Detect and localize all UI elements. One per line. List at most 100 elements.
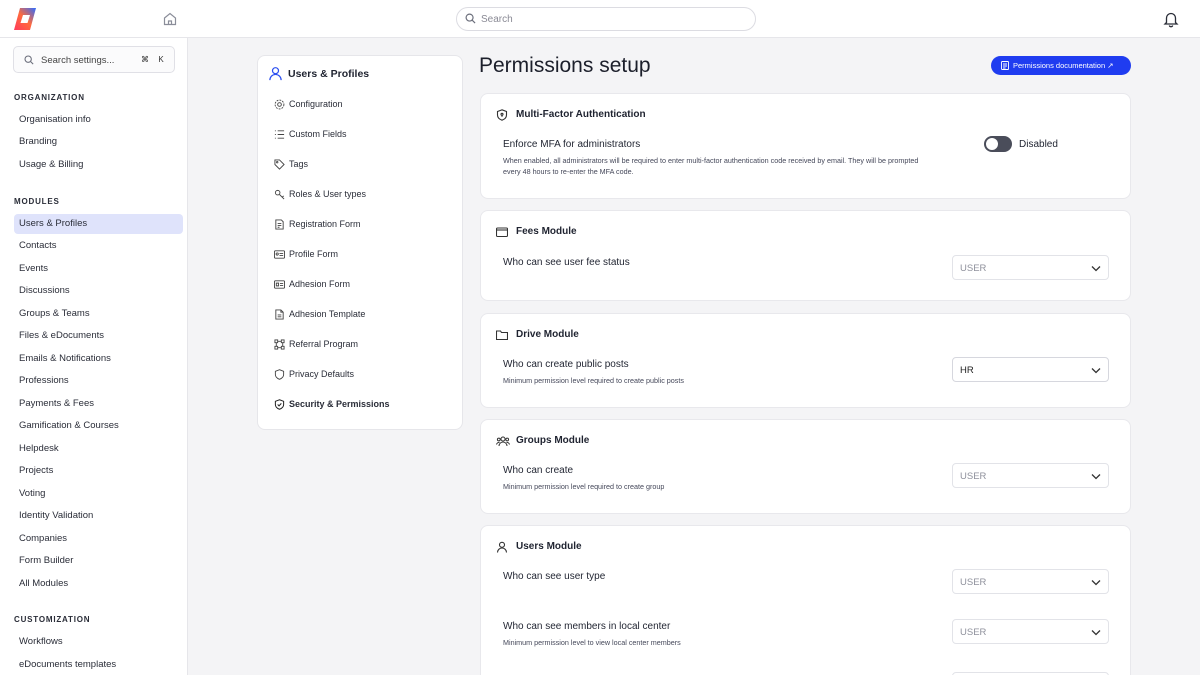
card-icon: [274, 280, 285, 289]
groups-create-select[interactable]: USER: [952, 463, 1109, 488]
users-local-center-select[interactable]: USER: [952, 619, 1109, 644]
settings-sidebar: ⌘ K ORGANIZATION Organisation info Brand…: [0, 38, 188, 675]
section-title-modules: MODULES: [14, 197, 60, 206]
fees-card-title: Fees Module: [516, 226, 577, 237]
submenu-item-custom-fields[interactable]: Custom Fields: [274, 127, 454, 143]
submenu-item-label: Referral Program: [289, 339, 359, 349]
shield-check-icon: [274, 399, 285, 410]
search-icon: [465, 13, 476, 24]
bell-icon[interactable]: [1162, 10, 1180, 28]
sidebar-item-payments-fees[interactable]: Payments & Fees: [14, 394, 183, 414]
users-local-center-row-description: Minimum permission level to view local c…: [503, 638, 681, 647]
user-icon: [269, 67, 282, 81]
users-local-center-row-label: Who can see members in local center: [503, 621, 671, 632]
settings-search-input[interactable]: [41, 53, 131, 67]
submenu-item-label: Privacy Defaults: [289, 369, 355, 379]
sidebar-item-companies[interactable]: Companies: [14, 529, 183, 549]
fees-module-card: Fees Module Who can see user fee status …: [480, 210, 1131, 301]
select-value: HR: [960, 365, 974, 376]
submenu-item-tags[interactable]: Tags: [274, 157, 454, 173]
submenu-item-security-permissions[interactable]: Security & Permissions: [274, 397, 454, 413]
page-title: Permissions setup: [479, 54, 651, 77]
sidebar-item-all-modules[interactable]: All Modules: [14, 574, 183, 594]
submenu-item-configuration[interactable]: Configuration: [274, 97, 454, 113]
search-icon: [24, 55, 34, 65]
users-card-title: Users Module: [516, 541, 582, 552]
network-icon: [274, 339, 285, 350]
submenu-item-label: Registration Form: [289, 219, 361, 229]
sidebar-item-groups-teams[interactable]: Groups & Teams: [14, 304, 183, 324]
sidebar-item-voting[interactable]: Voting: [14, 484, 183, 504]
select-value: USER: [960, 471, 987, 482]
sidebar-item-discussions[interactable]: Discussions: [14, 281, 183, 301]
app-logo-icon[interactable]: [12, 7, 38, 31]
submenu-item-label: Configuration: [289, 99, 343, 109]
sidebar-item-workflows[interactable]: Workflows: [14, 632, 183, 652]
sidebar-item-events[interactable]: Events: [14, 259, 183, 279]
form-icon: [275, 219, 284, 230]
sidebar-item-contacts[interactable]: Contacts: [14, 236, 183, 256]
gear-icon: [274, 99, 285, 110]
global-search-input[interactable]: [481, 11, 741, 27]
mfa-toggle[interactable]: [984, 136, 1012, 152]
drive-row-label: Who can create public posts: [503, 359, 629, 370]
sidebar-item-gamification-courses[interactable]: Gamification & Courses: [14, 416, 183, 436]
submenu-item-referral-program[interactable]: Referral Program: [274, 337, 454, 353]
home-icon[interactable]: [162, 11, 178, 27]
sidebar-item-form-builder[interactable]: Form Builder: [14, 551, 183, 571]
groups-module-card: Groups Module Who can create Minimum per…: [480, 419, 1131, 514]
sidebar-item-usage-billing[interactable]: Usage & Billing: [14, 155, 183, 175]
key-icon: [274, 189, 285, 200]
chevron-down-icon: [1091, 474, 1101, 480]
shortcut-key-cmd: ⌘: [141, 55, 149, 64]
sidebar-item-identity-validation[interactable]: Identity Validation: [14, 506, 183, 526]
sidebar-item-emails-notifications[interactable]: Emails & Notifications: [14, 349, 183, 369]
select-value: USER: [960, 577, 987, 588]
global-search[interactable]: [456, 7, 756, 31]
drive-card-title: Drive Module: [516, 329, 579, 340]
submenu-item-privacy-defaults[interactable]: Privacy Defaults: [274, 367, 454, 383]
groups-row-description: Minimum permission level required to cre…: [503, 482, 665, 491]
chevron-down-icon: [1091, 368, 1101, 374]
doc-button-label: Permissions documentation ↗: [1013, 61, 1114, 70]
shortcut-key-k: K: [158, 55, 164, 64]
sidebar-item-branding[interactable]: Branding: [14, 132, 183, 152]
sidebar-item-organisation-info[interactable]: Organisation info: [14, 110, 183, 130]
mfa-toggle-state: Disabled: [1019, 139, 1058, 150]
shield-lock-icon: [496, 109, 508, 121]
user-icon: [496, 541, 508, 553]
select-value: USER: [960, 627, 987, 638]
chevron-down-icon: [1091, 266, 1101, 272]
drive-row-description: Minimum permission level required to cre…: [503, 376, 684, 385]
toggle-knob: [986, 138, 998, 150]
submenu-item-adhesion-form[interactable]: Adhesion Form: [274, 277, 454, 293]
sidebar-item-helpdesk[interactable]: Helpdesk: [14, 439, 183, 459]
drive-module-card: Drive Module Who can create public posts…: [480, 313, 1131, 408]
chevron-down-icon: [1091, 630, 1101, 636]
submenu-item-registration-form[interactable]: Registration Form: [274, 217, 454, 233]
fees-status-select[interactable]: USER: [952, 255, 1109, 280]
users-type-select[interactable]: USER: [952, 569, 1109, 594]
drive-public-posts-select[interactable]: HR: [952, 357, 1109, 382]
submenu-item-profile-form[interactable]: Profile Form: [274, 247, 454, 263]
permissions-documentation-button[interactable]: Permissions documentation ↗: [991, 56, 1131, 75]
submenu-title: Users & Profiles: [288, 68, 370, 80]
id-card-icon: [274, 250, 285, 259]
settings-search[interactable]: ⌘ K: [13, 46, 175, 73]
section-title-customization: CUSTOMIZATION: [14, 615, 91, 624]
users-type-row-label: Who can see user type: [503, 571, 606, 582]
list-icon: [274, 130, 285, 139]
sidebar-item-edocuments-templates[interactable]: eDocuments templates: [14, 655, 183, 675]
groups-row-label: Who can create: [503, 465, 574, 476]
sidebar-item-projects[interactable]: Projects: [14, 461, 183, 481]
chevron-down-icon: [1091, 580, 1101, 586]
mfa-setting-label: Enforce MFA for administrators: [503, 139, 641, 150]
fees-row-label: Who can see user fee status: [503, 257, 630, 268]
submenu-item-roles-user-types[interactable]: Roles & User types: [274, 187, 454, 203]
users-module-card: Users Module Who can see user type USER …: [480, 525, 1131, 675]
sidebar-item-users-profiles[interactable]: Users & Profiles: [14, 214, 183, 234]
sidebar-item-professions[interactable]: Professions: [14, 371, 183, 391]
submenu-item-adhesion-template[interactable]: Adhesion Template: [274, 307, 454, 323]
sidebar-item-files-edocuments[interactable]: Files & eDocuments: [14, 326, 183, 346]
tag-icon: [274, 159, 285, 170]
